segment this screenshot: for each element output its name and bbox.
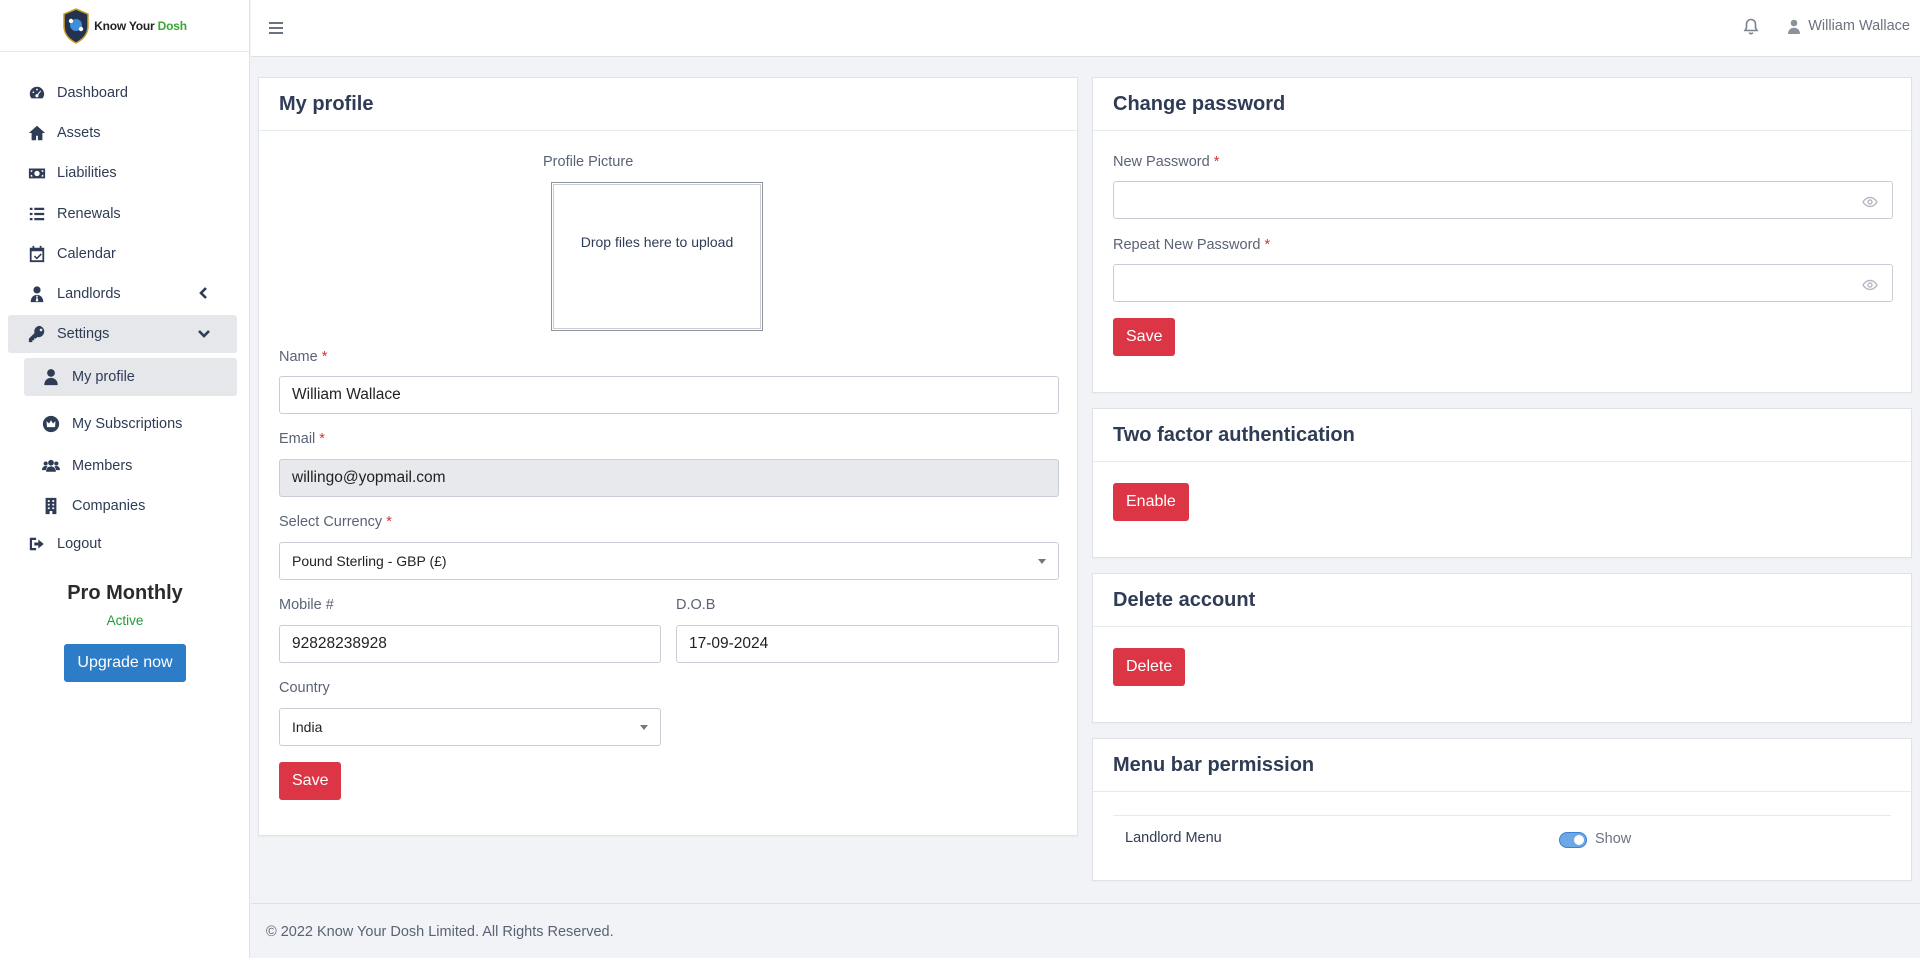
logo[interactable]: Know Your Dosh: [0, 0, 249, 52]
card-title: Menu bar permission: [1093, 739, 1911, 792]
profile-picture-label: Profile Picture: [543, 154, 634, 170]
card-title: Two factor authentication: [1093, 409, 1911, 462]
key-icon: [28, 325, 46, 343]
sidebar-item-label: Companies: [72, 498, 146, 514]
sidebar-item-label: My profile: [72, 369, 135, 385]
sidebar-item-calendar[interactable]: Calendar: [8, 235, 237, 273]
country-label: Country: [279, 680, 330, 696]
dob-label: D.O.B: [676, 597, 716, 613]
sidebar-item-renewals[interactable]: Renewals: [8, 195, 237, 233]
dob-field[interactable]: 17-09-2024: [676, 625, 1059, 663]
plan-status: Active: [106, 613, 144, 628]
sidebar-item-label: Logout: [57, 536, 102, 552]
sidebar-subitem-my-profile[interactable]: My profile: [24, 358, 237, 396]
save-profile-button[interactable]: Save: [279, 762, 342, 800]
logo-shield-icon: [63, 7, 89, 44]
email-label: Email *: [279, 431, 325, 447]
sidebar: Know Your Dosh Dashboard Assets Liabilit…: [0, 0, 250, 958]
footer: © 2022 Know Your Dosh Limited. All Right…: [251, 903, 1920, 958]
topbar: William Wallace: [251, 0, 1920, 57]
speedometer-icon: [28, 84, 46, 102]
sidebar-item-label: Dashboard: [57, 85, 128, 101]
sidebar-item-landlords[interactable]: Landlords: [8, 275, 237, 313]
sidebar-item-logout[interactable]: Logout: [8, 525, 237, 563]
user-icon: [42, 368, 60, 386]
sidebar-subitem-members[interactable]: Members: [24, 447, 237, 485]
mobile-label: Mobile #: [279, 597, 334, 613]
eye-icon[interactable]: [1862, 278, 1878, 291]
sidebar-item-label: Landlords: [57, 286, 121, 302]
users-icon: [42, 457, 60, 475]
currency-selected-value: Pound Sterling - GBP (£): [292, 553, 447, 569]
crown-icon: [42, 415, 60, 433]
new-password-field[interactable]: [1113, 181, 1893, 219]
home-icon: [28, 124, 46, 142]
chevron-down-icon: [197, 326, 211, 340]
name-label: Name *: [279, 349, 328, 365]
user-name: William Wallace: [1808, 18, 1910, 34]
permission-row: Landlord Menu Show: [1113, 815, 1891, 861]
eye-icon[interactable]: [1862, 195, 1878, 208]
new-password-label: New Password *: [1113, 154, 1220, 170]
sidebar-subitem-companies[interactable]: Companies: [24, 487, 237, 525]
building-icon: [42, 497, 60, 515]
user-icon: [1788, 19, 1801, 34]
calendar-check-icon: [28, 245, 46, 263]
country-select[interactable]: India: [279, 708, 661, 746]
plan-box: Pro Monthly Active Upgrade now: [0, 582, 250, 682]
currency-select[interactable]: Pound Sterling - GBP (£): [279, 542, 1059, 580]
landlord-menu-toggle[interactable]: [1559, 832, 1587, 848]
logo-text: Know Your Dosh: [94, 18, 187, 33]
mobile-field[interactable]: 92828238928: [279, 625, 661, 663]
caret-down-icon: [640, 725, 648, 730]
permission-label: Landlord Menu: [1125, 830, 1222, 846]
dropzone-text: Drop files here to upload: [580, 233, 734, 250]
save-password-button[interactable]: Save: [1113, 318, 1176, 356]
list-icon: [28, 205, 46, 223]
bell-icon[interactable]: [1743, 18, 1759, 35]
user-tie-icon: [28, 285, 46, 303]
plan-name: Pro Monthly: [67, 582, 183, 604]
chevron-left-icon: [197, 286, 211, 300]
money-bill-icon: [28, 164, 46, 182]
caret-down-icon: [1038, 559, 1046, 564]
two-factor-card: Two factor authentication Enable: [1092, 408, 1912, 558]
menu-permission-card: Menu bar permission Landlord Menu Show: [1092, 738, 1912, 881]
hamburger-menu-icon[interactable]: [269, 22, 283, 34]
footer-copyright: © 2022 Know Your Dosh Limited. All Right…: [266, 924, 614, 940]
upgrade-now-button[interactable]: Upgrade now: [64, 644, 186, 682]
delete-account-button[interactable]: Delete: [1113, 648, 1186, 686]
sidebar-item-label: Calendar: [57, 246, 116, 262]
sign-out-icon: [28, 535, 46, 553]
sidebar-item-liabilities[interactable]: Liabilities: [8, 154, 237, 192]
user-menu[interactable]: William Wallace: [1787, 18, 1910, 34]
card-title: Change password: [1093, 78, 1911, 131]
my-profile-card: My profile Profile Picture Drop files he…: [258, 77, 1078, 836]
enable-2fa-button[interactable]: Enable: [1113, 483, 1189, 521]
email-field[interactable]: willingo@yopmail.com: [279, 459, 1059, 497]
toggle-label: Show: [1595, 831, 1632, 847]
sidebar-item-assets[interactable]: Assets: [8, 114, 237, 152]
country-selected-value: India: [292, 719, 323, 735]
sidebar-item-label: Assets: [57, 125, 101, 141]
sidebar-item-dashboard[interactable]: Dashboard: [8, 74, 237, 112]
sidebar-item-label: Settings: [57, 326, 110, 342]
card-title: My profile: [259, 78, 1077, 131]
change-password-card: Change password New Password * Repeat Ne…: [1092, 77, 1912, 393]
currency-label: Select Currency *: [279, 514, 392, 530]
sidebar-item-label: Members: [72, 458, 133, 474]
profile-picture-dropzone[interactable]: Drop files here to upload: [551, 182, 763, 331]
repeat-password-field[interactable]: [1113, 264, 1893, 302]
sidebar-item-label: My Subscriptions: [72, 416, 183, 432]
sidebar-item-label: Renewals: [57, 206, 121, 222]
repeat-password-label: Repeat New Password *: [1113, 237, 1271, 253]
sidebar-item-settings[interactable]: Settings: [8, 315, 237, 353]
delete-account-card: Delete account Delete: [1092, 573, 1912, 723]
sidebar-subitem-my-subscriptions[interactable]: My Subscriptions: [24, 405, 237, 443]
card-title: Delete account: [1093, 574, 1911, 627]
name-field[interactable]: William Wallace: [279, 376, 1059, 414]
sidebar-item-label: Liabilities: [57, 165, 117, 181]
